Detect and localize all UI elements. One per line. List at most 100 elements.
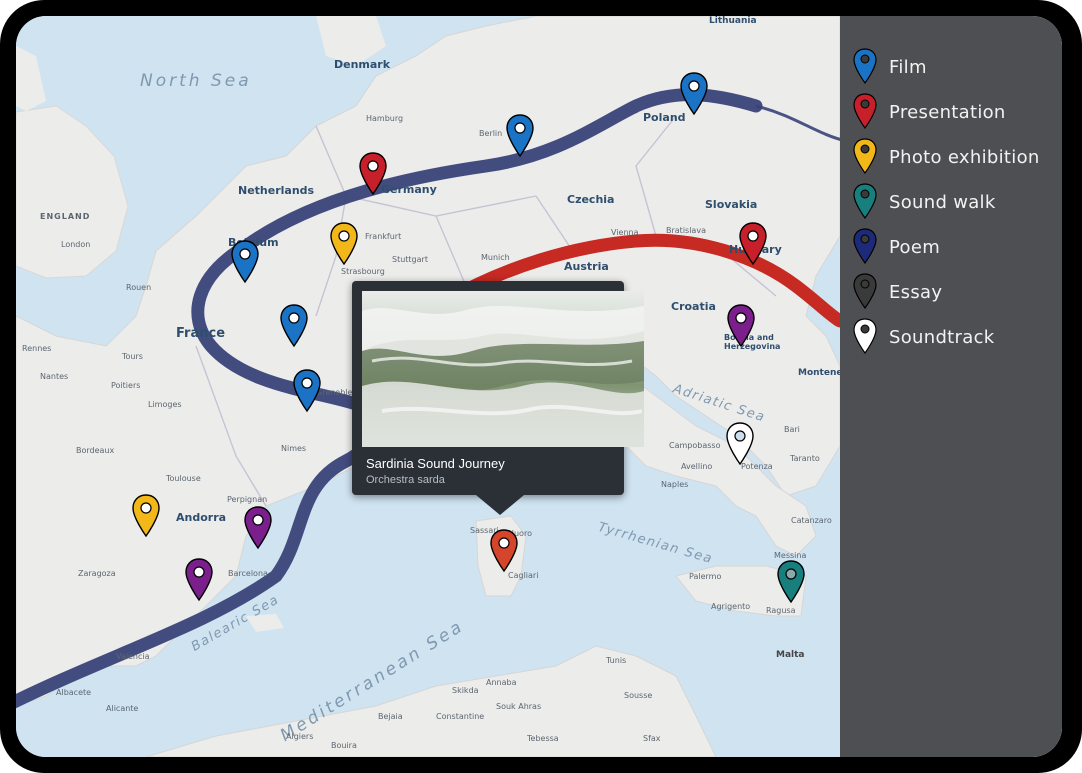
city-label: Nantes	[40, 372, 69, 381]
country-label-andorra: Andorra	[176, 511, 227, 524]
map-pin-film-icon[interactable]	[506, 114, 534, 158]
map-pin-presentation-icon[interactable]	[739, 222, 767, 266]
map-pin-poem-icon[interactable]	[727, 304, 755, 348]
legend-item-film[interactable]: Film	[853, 48, 1053, 95]
popup-pointer	[476, 495, 524, 515]
city-label: Grenoble	[316, 388, 353, 397]
map-pin-film-icon[interactable]	[293, 369, 321, 413]
film-pin-icon	[853, 48, 877, 84]
city-label: Bordeaux	[76, 446, 115, 455]
legend: Film Presentation Photo exhibition Sound…	[853, 48, 1053, 365]
sound-walk-pin-icon	[853, 183, 877, 219]
city-label: Sousse	[624, 691, 653, 700]
legend-label: Soundtrack	[889, 327, 995, 348]
country-label-england: ENGLAND	[40, 212, 91, 221]
city-label: Algiers	[286, 732, 314, 741]
city-label: Souk Ahras	[496, 702, 542, 711]
popup-subtitle: Orchestra sarda	[366, 474, 445, 486]
map-pin-presentation-icon[interactable]	[359, 152, 387, 196]
soundtrack-pin-icon	[853, 318, 877, 354]
city-label: Rennes	[22, 344, 52, 353]
legend-label: Sound walk	[889, 192, 996, 213]
city-label: Limoges	[148, 400, 182, 409]
country-label-germany: Germany	[381, 183, 437, 196]
map-pin-poem-icon[interactable]	[185, 558, 213, 602]
city-label: Perpignan	[227, 495, 268, 504]
city-label: Bari	[784, 425, 800, 434]
poem-pin-icon	[853, 228, 877, 264]
map-pin-film-icon[interactable]	[231, 240, 259, 284]
city-label: Alicante	[106, 704, 139, 713]
legend-item-sound-walk[interactable]: Sound walk	[853, 183, 1053, 230]
country-label-czechia: Czechia	[567, 193, 615, 206]
city-label: Tunis	[606, 656, 627, 665]
map-pin-film-icon[interactable]	[680, 72, 708, 116]
city-label: Vienna	[611, 228, 639, 237]
city-label: Ragusa	[766, 606, 796, 615]
city-label: Frankfurt	[365, 232, 402, 241]
city-label: Hamburg	[366, 114, 404, 123]
map-pin-photo-exhibition-icon[interactable]	[132, 494, 160, 538]
city-label: Toulouse	[166, 474, 201, 483]
city-label: Bejaia	[378, 712, 403, 721]
map-popup[interactable]: Sardinia Sound Journey Orchestra sarda	[352, 281, 644, 515]
city-label: Messina	[774, 551, 807, 560]
legend-item-essay[interactable]: Essay	[853, 273, 1053, 320]
map-pin-presentation-icon[interactable]	[490, 529, 518, 573]
country-label-denmark: Denmark	[334, 58, 391, 71]
country-label-slovakia: Slovakia	[705, 198, 758, 211]
legend-label: Essay	[889, 282, 943, 303]
city-label: Annaba	[486, 678, 517, 687]
sea-label-north-sea: North Sea	[140, 71, 252, 91]
city-label: Avellino	[681, 462, 713, 471]
legend-label: Presentation	[889, 102, 1006, 123]
country-label-lithuania: Lithuania	[709, 16, 757, 26]
city-label: Constantine	[436, 712, 485, 721]
country-label-netherlands: Netherlands	[238, 184, 315, 197]
legend-label: Photo exhibition	[889, 147, 1040, 168]
city-label: Munich	[481, 253, 510, 262]
city-label: Agrigento	[711, 602, 751, 611]
city-label: Palermo	[689, 572, 722, 581]
city-label: London	[61, 240, 91, 249]
legend-item-presentation[interactable]: Presentation	[853, 93, 1053, 140]
popup-photo-image	[362, 291, 644, 447]
photo-exhibition-pin-icon	[853, 138, 877, 174]
essay-pin-icon	[853, 273, 877, 309]
city-label: Naples	[661, 480, 689, 489]
city-label: Rouen	[126, 283, 152, 292]
presentation-pin-icon	[853, 93, 877, 129]
country-label-croatia: Croatia	[671, 300, 716, 313]
country-label-france: France	[176, 326, 226, 341]
city-label: Berlin	[479, 129, 503, 138]
map-pin-photo-exhibition-icon[interactable]	[330, 222, 358, 266]
city-label: Nimes	[281, 444, 307, 453]
city-label: Bratislava	[666, 226, 706, 235]
city-label: Skikda	[452, 686, 479, 695]
legend-item-photo-exhibition[interactable]: Photo exhibition	[853, 138, 1053, 185]
city-label: Zaragoza	[78, 569, 116, 578]
city-label: Sfax	[643, 734, 661, 743]
city-label: Poitiers	[111, 381, 141, 390]
city-label: Stuttgart	[392, 255, 428, 264]
legend-item-poem[interactable]: Poem	[853, 228, 1053, 275]
map-pin-poem-icon[interactable]	[244, 506, 272, 550]
city-label: Taranto	[790, 454, 820, 463]
country-label-malta: Malta	[776, 650, 805, 660]
map-pin-sound-walk-icon[interactable]	[777, 560, 805, 604]
city-label: Albacete	[56, 688, 92, 697]
city-label: Tours	[122, 352, 143, 361]
city-label: Barcelona	[228, 569, 268, 578]
map-pin-film-icon[interactable]	[280, 304, 308, 348]
city-label: Campobasso	[669, 441, 721, 450]
city-label: Tebessa	[527, 734, 559, 743]
device-frame: North Sea Adriatic Sea Tyrrhenian Sea Ba…	[0, 0, 1082, 773]
popup-title: Sardinia Sound Journey	[366, 456, 505, 471]
city-label: Catanzaro	[791, 516, 832, 525]
city-label: Bouira	[331, 741, 357, 750]
city-label: Valencia	[116, 652, 150, 661]
legend-item-soundtrack[interactable]: Soundtrack	[853, 318, 1053, 365]
country-label-austria: Austria	[564, 260, 609, 273]
city-label: Strasbourg	[341, 267, 385, 276]
map-pin-soundtrack-icon[interactable]	[726, 422, 754, 466]
